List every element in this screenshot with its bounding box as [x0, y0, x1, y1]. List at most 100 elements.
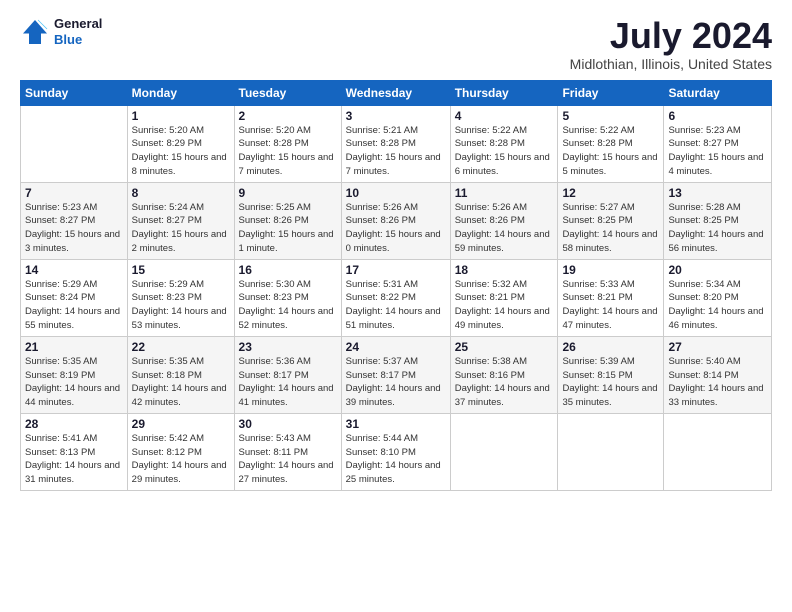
- calendar-week-row: 28Sunrise: 5:41 AM Sunset: 8:13 PM Dayli…: [21, 413, 772, 490]
- day-number: 16: [239, 263, 337, 277]
- table-row: 18Sunrise: 5:32 AM Sunset: 8:21 PM Dayli…: [450, 259, 558, 336]
- day-info: Sunrise: 5:39 AM Sunset: 8:15 PM Dayligh…: [562, 355, 659, 410]
- table-row: 27Sunrise: 5:40 AM Sunset: 8:14 PM Dayli…: [664, 336, 772, 413]
- table-row: 19Sunrise: 5:33 AM Sunset: 8:21 PM Dayli…: [558, 259, 664, 336]
- table-row: 25Sunrise: 5:38 AM Sunset: 8:16 PM Dayli…: [450, 336, 558, 413]
- day-number: 13: [668, 186, 767, 200]
- day-number: 14: [25, 263, 123, 277]
- day-info: Sunrise: 5:32 AM Sunset: 8:21 PM Dayligh…: [455, 278, 554, 333]
- table-row: 28Sunrise: 5:41 AM Sunset: 8:13 PM Dayli…: [21, 413, 128, 490]
- day-info: Sunrise: 5:42 AM Sunset: 8:12 PM Dayligh…: [132, 432, 230, 487]
- calendar-week-row: 21Sunrise: 5:35 AM Sunset: 8:19 PM Dayli…: [21, 336, 772, 413]
- table-row: 3Sunrise: 5:21 AM Sunset: 8:28 PM Daylig…: [341, 105, 450, 182]
- day-info: Sunrise: 5:40 AM Sunset: 8:14 PM Dayligh…: [668, 355, 767, 410]
- calendar-week-row: 1Sunrise: 5:20 AM Sunset: 8:29 PM Daylig…: [21, 105, 772, 182]
- table-row: 9Sunrise: 5:25 AM Sunset: 8:26 PM Daylig…: [234, 182, 341, 259]
- day-info: Sunrise: 5:24 AM Sunset: 8:27 PM Dayligh…: [132, 201, 230, 256]
- day-info: Sunrise: 5:44 AM Sunset: 8:10 PM Dayligh…: [346, 432, 446, 487]
- table-row: 20Sunrise: 5:34 AM Sunset: 8:20 PM Dayli…: [664, 259, 772, 336]
- title-block: July 2024 Midlothian, Illinois, United S…: [570, 16, 772, 72]
- day-number: 26: [562, 340, 659, 354]
- day-number: 15: [132, 263, 230, 277]
- calendar-week-row: 7Sunrise: 5:23 AM Sunset: 8:27 PM Daylig…: [21, 182, 772, 259]
- col-saturday: Saturday: [664, 80, 772, 105]
- col-friday: Friday: [558, 80, 664, 105]
- calendar-header-row: Sunday Monday Tuesday Wednesday Thursday…: [21, 80, 772, 105]
- col-monday: Monday: [127, 80, 234, 105]
- page-header: General Blue July 2024 Midlothian, Illin…: [20, 16, 772, 72]
- logo-blue-text: Blue: [54, 32, 102, 48]
- table-row: 31Sunrise: 5:44 AM Sunset: 8:10 PM Dayli…: [341, 413, 450, 490]
- day-info: Sunrise: 5:26 AM Sunset: 8:26 PM Dayligh…: [346, 201, 446, 256]
- day-info: Sunrise: 5:34 AM Sunset: 8:20 PM Dayligh…: [668, 278, 767, 333]
- day-number: 28: [25, 417, 123, 431]
- day-number: 29: [132, 417, 230, 431]
- day-number: 3: [346, 109, 446, 123]
- table-row: 23Sunrise: 5:36 AM Sunset: 8:17 PM Dayli…: [234, 336, 341, 413]
- day-number: 30: [239, 417, 337, 431]
- day-info: Sunrise: 5:37 AM Sunset: 8:17 PM Dayligh…: [346, 355, 446, 410]
- day-info: Sunrise: 5:23 AM Sunset: 8:27 PM Dayligh…: [668, 124, 767, 179]
- table-row: 6Sunrise: 5:23 AM Sunset: 8:27 PM Daylig…: [664, 105, 772, 182]
- day-info: Sunrise: 5:30 AM Sunset: 8:23 PM Dayligh…: [239, 278, 337, 333]
- col-sunday: Sunday: [21, 80, 128, 105]
- table-row: 16Sunrise: 5:30 AM Sunset: 8:23 PM Dayli…: [234, 259, 341, 336]
- table-row: 14Sunrise: 5:29 AM Sunset: 8:24 PM Dayli…: [21, 259, 128, 336]
- col-tuesday: Tuesday: [234, 80, 341, 105]
- table-row: 11Sunrise: 5:26 AM Sunset: 8:26 PM Dayli…: [450, 182, 558, 259]
- day-number: 20: [668, 263, 767, 277]
- day-number: 7: [25, 186, 123, 200]
- logo-general-text: General: [54, 16, 102, 32]
- day-info: Sunrise: 5:29 AM Sunset: 8:24 PM Dayligh…: [25, 278, 123, 333]
- table-row: [558, 413, 664, 490]
- day-info: Sunrise: 5:26 AM Sunset: 8:26 PM Dayligh…: [455, 201, 554, 256]
- col-thursday: Thursday: [450, 80, 558, 105]
- table-row: 5Sunrise: 5:22 AM Sunset: 8:28 PM Daylig…: [558, 105, 664, 182]
- day-number: 23: [239, 340, 337, 354]
- day-number: 27: [668, 340, 767, 354]
- day-info: Sunrise: 5:20 AM Sunset: 8:29 PM Dayligh…: [132, 124, 230, 179]
- day-number: 11: [455, 186, 554, 200]
- table-row: 12Sunrise: 5:27 AM Sunset: 8:25 PM Dayli…: [558, 182, 664, 259]
- day-number: 8: [132, 186, 230, 200]
- table-row: 8Sunrise: 5:24 AM Sunset: 8:27 PM Daylig…: [127, 182, 234, 259]
- col-wednesday: Wednesday: [341, 80, 450, 105]
- day-info: Sunrise: 5:22 AM Sunset: 8:28 PM Dayligh…: [562, 124, 659, 179]
- day-info: Sunrise: 5:33 AM Sunset: 8:21 PM Dayligh…: [562, 278, 659, 333]
- day-number: 1: [132, 109, 230, 123]
- table-row: 26Sunrise: 5:39 AM Sunset: 8:15 PM Dayli…: [558, 336, 664, 413]
- day-number: 5: [562, 109, 659, 123]
- calendar-week-row: 14Sunrise: 5:29 AM Sunset: 8:24 PM Dayli…: [21, 259, 772, 336]
- table-row: 22Sunrise: 5:35 AM Sunset: 8:18 PM Dayli…: [127, 336, 234, 413]
- day-number: 6: [668, 109, 767, 123]
- day-number: 12: [562, 186, 659, 200]
- table-row: 13Sunrise: 5:28 AM Sunset: 8:25 PM Dayli…: [664, 182, 772, 259]
- day-info: Sunrise: 5:23 AM Sunset: 8:27 PM Dayligh…: [25, 201, 123, 256]
- table-row: 24Sunrise: 5:37 AM Sunset: 8:17 PM Dayli…: [341, 336, 450, 413]
- day-info: Sunrise: 5:21 AM Sunset: 8:28 PM Dayligh…: [346, 124, 446, 179]
- day-number: 31: [346, 417, 446, 431]
- day-number: 25: [455, 340, 554, 354]
- table-row: [21, 105, 128, 182]
- day-info: Sunrise: 5:35 AM Sunset: 8:18 PM Dayligh…: [132, 355, 230, 410]
- day-number: 17: [346, 263, 446, 277]
- day-number: 24: [346, 340, 446, 354]
- day-number: 22: [132, 340, 230, 354]
- day-number: 10: [346, 186, 446, 200]
- location-text: Midlothian, Illinois, United States: [570, 56, 772, 72]
- day-number: 19: [562, 263, 659, 277]
- table-row: 17Sunrise: 5:31 AM Sunset: 8:22 PM Dayli…: [341, 259, 450, 336]
- day-number: 2: [239, 109, 337, 123]
- day-info: Sunrise: 5:43 AM Sunset: 8:11 PM Dayligh…: [239, 432, 337, 487]
- day-info: Sunrise: 5:27 AM Sunset: 8:25 PM Dayligh…: [562, 201, 659, 256]
- table-row: 4Sunrise: 5:22 AM Sunset: 8:28 PM Daylig…: [450, 105, 558, 182]
- day-info: Sunrise: 5:29 AM Sunset: 8:23 PM Dayligh…: [132, 278, 230, 333]
- day-info: Sunrise: 5:41 AM Sunset: 8:13 PM Dayligh…: [25, 432, 123, 487]
- logo-icon: [20, 17, 50, 47]
- table-row: 7Sunrise: 5:23 AM Sunset: 8:27 PM Daylig…: [21, 182, 128, 259]
- table-row: [450, 413, 558, 490]
- day-info: Sunrise: 5:35 AM Sunset: 8:19 PM Dayligh…: [25, 355, 123, 410]
- day-number: 4: [455, 109, 554, 123]
- day-info: Sunrise: 5:20 AM Sunset: 8:28 PM Dayligh…: [239, 124, 337, 179]
- day-info: Sunrise: 5:25 AM Sunset: 8:26 PM Dayligh…: [239, 201, 337, 256]
